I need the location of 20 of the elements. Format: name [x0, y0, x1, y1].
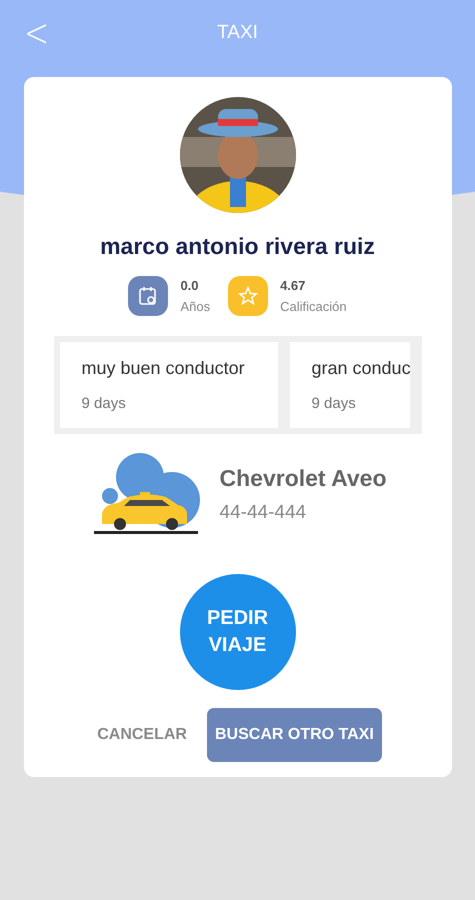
star-icon — [238, 286, 258, 306]
vehicle-plate: 44-44-444 — [220, 502, 308, 524]
back-button[interactable]: < — [18, 10, 56, 56]
vehicle-model: Chevrolet Aveo — [220, 464, 387, 492]
stat-value: 4.67 — [280, 278, 306, 293]
review-text: muy buen conductor — [82, 358, 246, 379]
stat-label: Años — [180, 299, 210, 314]
review-card[interactable]: gran conduc 9 days — [290, 342, 410, 428]
search-taxi-button[interactable]: BUSCAR OTRO TAXI — [206, 708, 382, 762]
review-text: gran conduc — [312, 358, 410, 379]
calendar-icon — [138, 286, 158, 306]
stat-label: Calificación — [280, 299, 347, 314]
cancel-button[interactable]: CANCELAR — [93, 708, 191, 762]
review-time: 9 days — [312, 395, 357, 412]
stat-value: 0.0 — [180, 278, 200, 293]
driver-name: marco antonio rivera ruiz — [100, 233, 375, 260]
review-card[interactable]: muy buen conductor 9 days — [60, 342, 278, 428]
review-time: 9 days — [82, 395, 127, 412]
request-ride-button[interactable]: PEDIR VIAJE — [180, 574, 296, 690]
screen-title: TAXI — [217, 22, 258, 44]
